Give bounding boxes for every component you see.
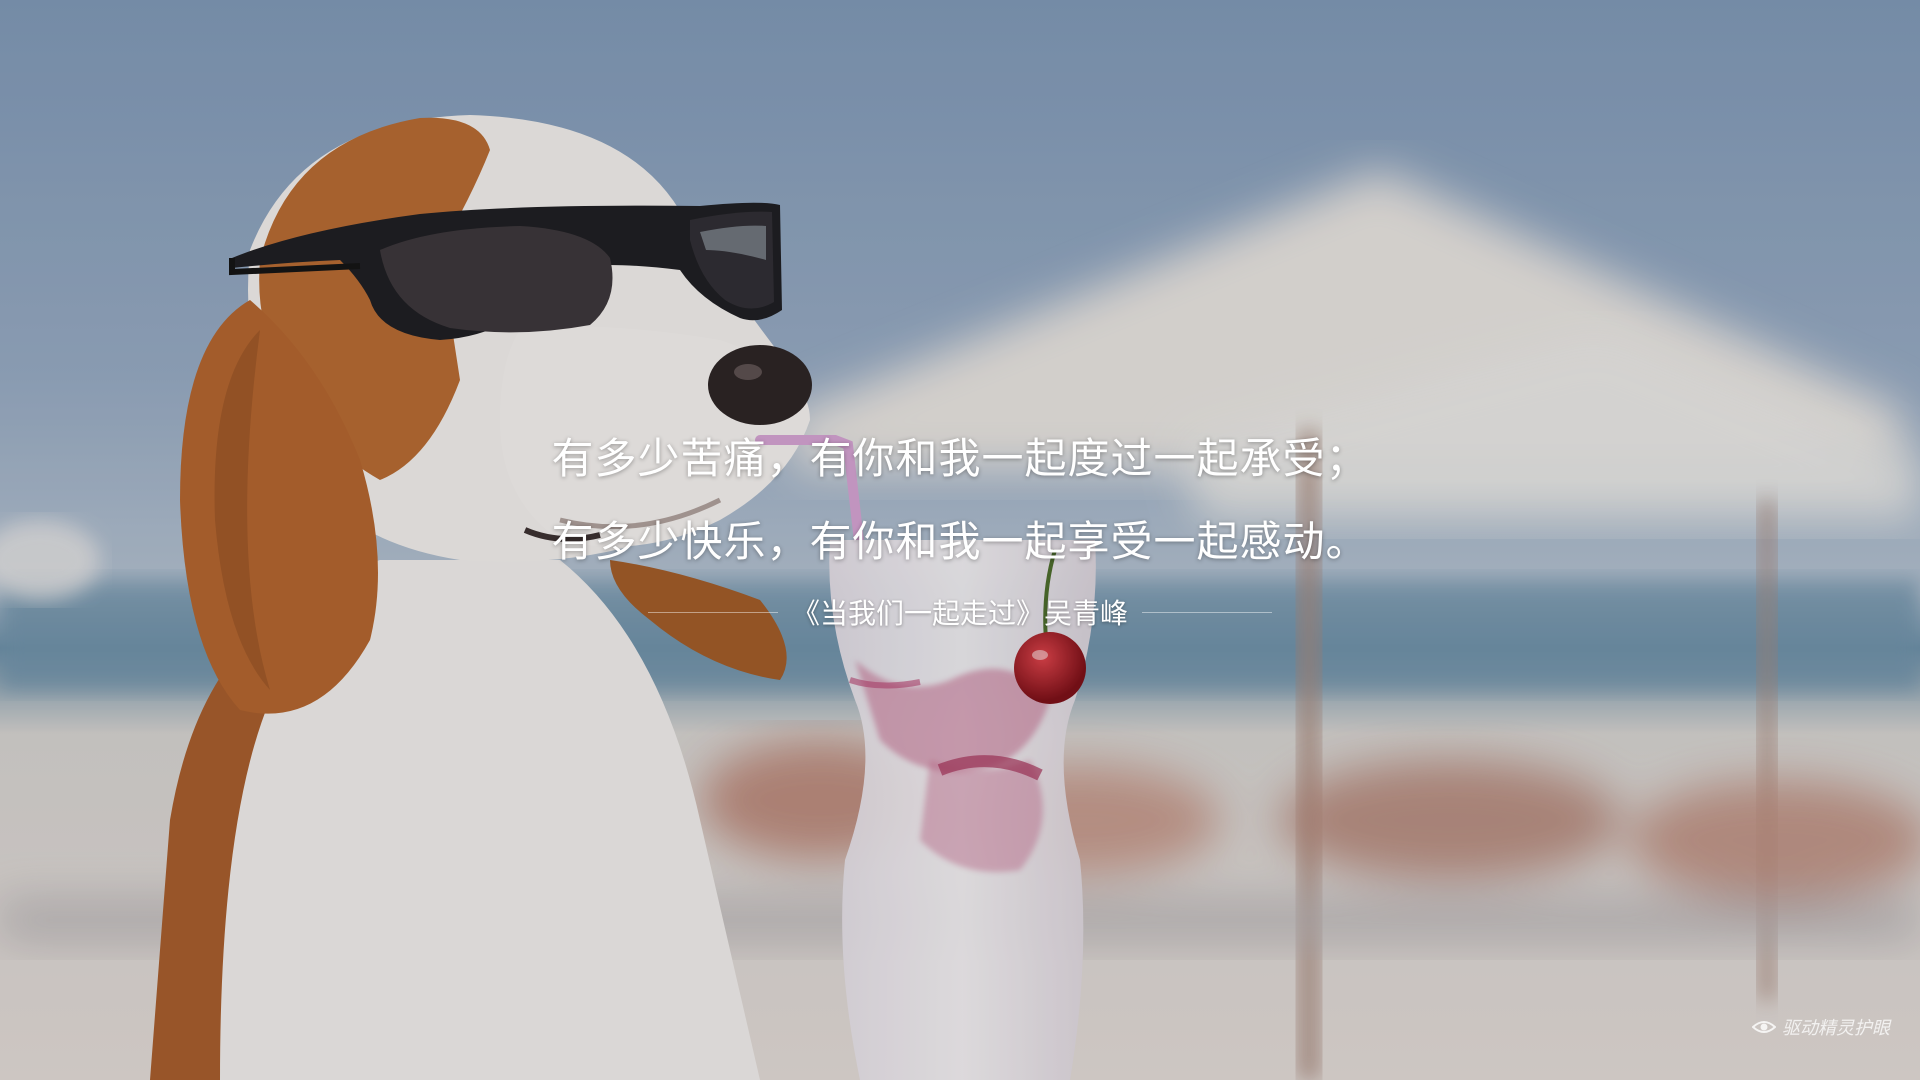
wallpaper-beagle-beach: [0, 0, 1920, 1080]
desktop-screen: 有多少苦痛，有你和我一起度过一起承受； 有多少快乐，有你和我一起享受一起感动。 …: [0, 0, 1920, 1080]
watermark: 驱动精灵护眼: [1752, 1014, 1890, 1040]
watermark-label: 驱动精灵护眼: [1782, 1018, 1890, 1039]
eye-icon: [1752, 1021, 1776, 1033]
